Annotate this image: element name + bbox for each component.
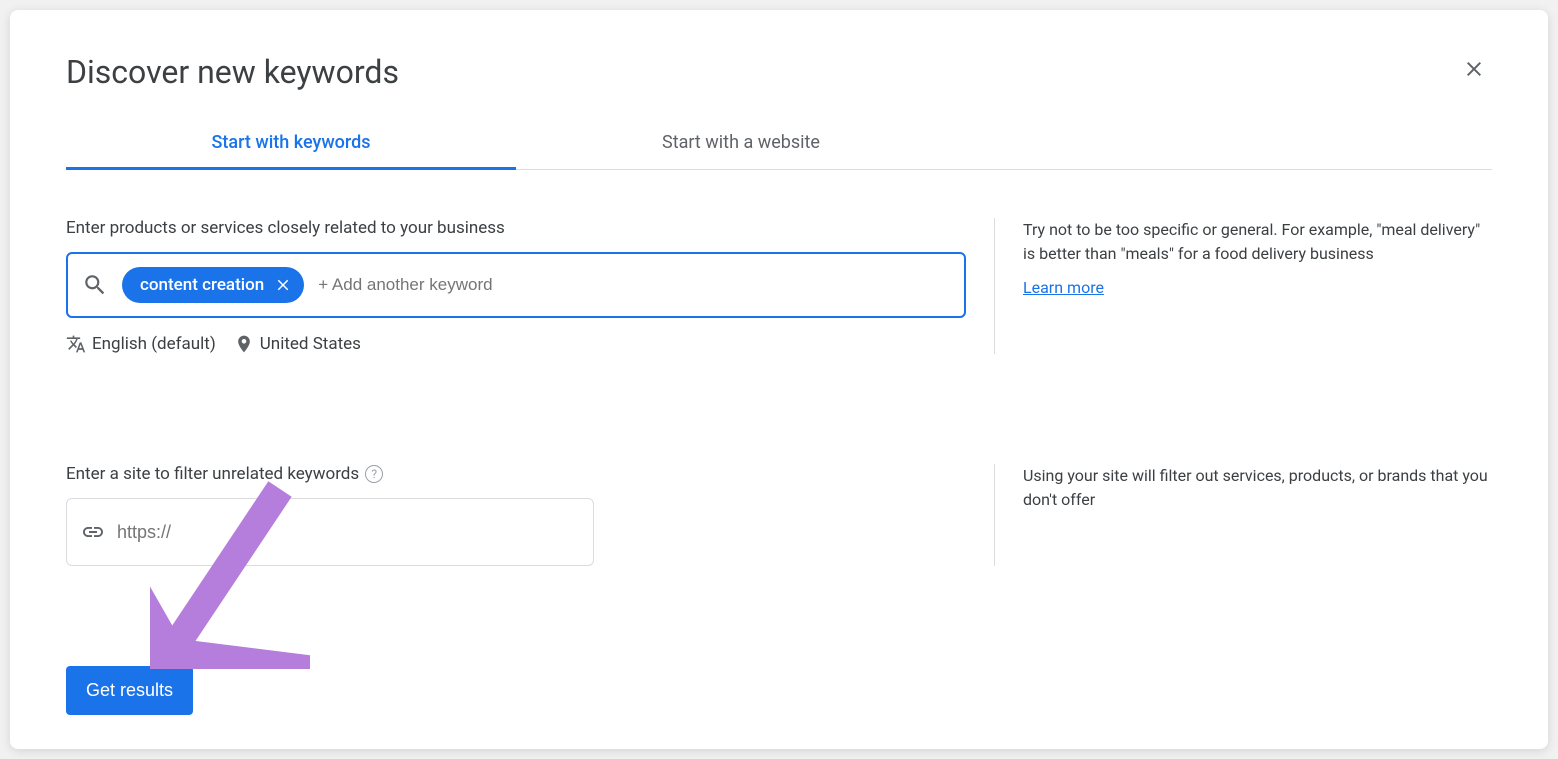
tabs: Start with keywords Start with a website xyxy=(66,118,1492,170)
keyword-planner-modal: Discover new keywords Start with keyword… xyxy=(10,10,1548,749)
translate-icon xyxy=(66,334,86,354)
keywords-hint-column: Try not to be too specific or general. F… xyxy=(994,218,1492,354)
modal-header: Discover new keywords xyxy=(66,50,1492,94)
keywords-section: Enter products or services closely relat… xyxy=(66,218,1492,354)
location-icon xyxy=(234,334,254,354)
help-icon[interactable]: ? xyxy=(365,465,383,483)
site-field-label: Enter a site to filter unrelated keyword… xyxy=(66,464,966,484)
keyword-chip: content creation xyxy=(122,267,304,303)
keywords-hint-text: Try not to be too specific or general. F… xyxy=(1023,218,1492,266)
site-field-label-text: Enter a site to filter unrelated keyword… xyxy=(66,464,359,484)
location-selector[interactable]: United States xyxy=(234,334,361,354)
page-title: Discover new keywords xyxy=(66,53,399,91)
close-icon xyxy=(1462,57,1486,81)
site-url-input[interactable] xyxy=(117,522,579,543)
close-icon xyxy=(274,276,292,294)
language-selector[interactable]: English (default) xyxy=(66,334,216,354)
remove-keyword-button[interactable] xyxy=(274,276,292,294)
search-icon xyxy=(82,272,108,298)
locale-row: English (default) United States xyxy=(66,334,966,354)
keywords-field-label: Enter products or services closely relat… xyxy=(66,218,966,238)
tab-start-with-website[interactable]: Start with a website xyxy=(516,118,966,170)
location-label: United States xyxy=(260,334,361,354)
language-label: English (default) xyxy=(92,334,216,354)
close-button[interactable] xyxy=(1456,50,1492,94)
add-keyword-input[interactable] xyxy=(318,275,950,295)
learn-more-link[interactable]: Learn more xyxy=(1023,278,1104,297)
site-input-box[interactable] xyxy=(66,498,594,566)
link-icon xyxy=(81,520,105,544)
keywords-left-column: Enter products or services closely relat… xyxy=(66,218,966,354)
site-filter-section: Enter a site to filter unrelated keyword… xyxy=(66,464,1492,566)
site-left-column: Enter a site to filter unrelated keyword… xyxy=(66,464,966,566)
keyword-chip-label: content creation xyxy=(140,275,264,295)
keywords-input-box[interactable]: content creation xyxy=(66,252,966,318)
site-hint-text: Using your site will filter out services… xyxy=(1023,464,1492,512)
site-hint-column: Using your site will filter out services… xyxy=(994,464,1492,566)
tab-start-with-keywords[interactable]: Start with keywords xyxy=(66,118,516,170)
get-results-button[interactable]: Get results xyxy=(66,666,193,715)
